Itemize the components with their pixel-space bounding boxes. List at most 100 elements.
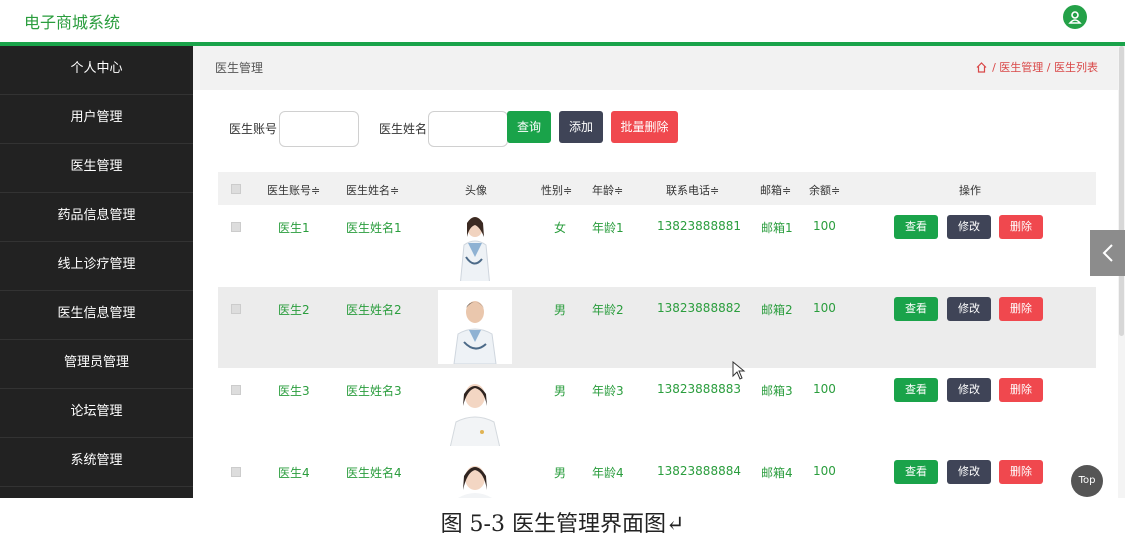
- edit-button[interactable]: 修改: [947, 378, 991, 402]
- name-input[interactable]: [428, 111, 508, 147]
- cell-gender: 男: [554, 466, 567, 480]
- account-label: 医生账号: [229, 122, 278, 136]
- cell-age: 年龄4: [592, 466, 624, 480]
- sidebar-item-doctor-info[interactable]: 医生信息管理: [0, 291, 193, 340]
- add-button[interactable]: 添加: [559, 111, 603, 143]
- select-all-checkbox[interactable]: [231, 184, 241, 194]
- screenshot: 电子商城系统 个人中心 用户管理 医生管理 药品信息管理 线上诊疗管理 医生信息…: [0, 0, 1125, 498]
- row-checkbox[interactable]: [231, 304, 241, 314]
- column-email[interactable]: 邮箱≑: [760, 182, 791, 198]
- edit-button[interactable]: 修改: [947, 297, 991, 321]
- cell-gender: 男: [554, 384, 567, 398]
- cell-phone: 13823888881: [657, 219, 741, 233]
- cell-gender: 女: [554, 221, 567, 235]
- top-bar: 电子商城系统: [0, 0, 1125, 42]
- delete-button[interactable]: 删除: [999, 297, 1043, 321]
- column-gender[interactable]: 性别≑: [541, 182, 572, 198]
- row-checkbox[interactable]: [231, 222, 241, 232]
- edit-button[interactable]: 修改: [947, 460, 991, 484]
- cell-gender: 男: [554, 303, 567, 317]
- delete-button[interactable]: 删除: [999, 215, 1043, 239]
- row-checkbox[interactable]: [231, 385, 241, 395]
- table-row: 医生4 医生姓名4 男 年龄4 13823888884 邮箱4 100 查看 修…: [218, 450, 1096, 498]
- table-header: 医生账号≑ 医生姓名≑ 头像 性别≑ 年龄≑ 联系电话≑ 邮箱≑ 余额≑ 操作: [218, 172, 1096, 205]
- breadcrumb-section[interactable]: 医生管理: [999, 61, 1043, 74]
- delete-button[interactable]: 删除: [999, 378, 1043, 402]
- user-avatar-icon[interactable]: [1063, 5, 1087, 29]
- sidebar-item-personal-center[interactable]: 个人中心: [0, 46, 193, 95]
- column-actions: 操作: [959, 184, 981, 197]
- table-row: 医生3 医生姓名3 男 年龄3 13823888883 邮箱3 100 查看 修…: [218, 368, 1096, 451]
- cell-balance: 100: [813, 219, 836, 233]
- table-row: 医生1 医生姓名1 女 年龄1 13823888881 邮箱1 100 查看 修…: [218, 205, 1096, 288]
- doctor-avatar-image: [438, 372, 512, 446]
- row-checkbox[interactable]: [231, 467, 241, 477]
- figure-caption: 图 5-3 医生管理界面图↵: [440, 512, 685, 537]
- column-phone[interactable]: 联系电话≑: [666, 182, 719, 198]
- cell-account: 医生1: [278, 221, 310, 235]
- cell-account: 医生3: [278, 384, 310, 398]
- sidebar-item-online-diagnosis[interactable]: 线上诊疗管理: [0, 242, 193, 291]
- cell-email: 邮箱1: [761, 221, 793, 235]
- batch-delete-button[interactable]: 批量删除: [611, 111, 678, 143]
- sidebar: 个人中心 用户管理 医生管理 药品信息管理 线上诊疗管理 医生信息管理 管理员管…: [0, 46, 193, 498]
- sidebar-item-drug-info[interactable]: 药品信息管理: [0, 193, 193, 242]
- home-icon[interactable]: [976, 62, 987, 76]
- cell-balance: 100: [813, 382, 836, 396]
- view-button[interactable]: 查看: [894, 297, 938, 321]
- sidebar-item-forum-management[interactable]: 论坛管理: [0, 389, 193, 438]
- cell-name: 医生姓名4: [346, 466, 402, 480]
- page-header: 医生管理 / 医生管理 / 医生列表: [193, 46, 1118, 90]
- cell-balance: 100: [813, 464, 836, 478]
- sidebar-item-user-management[interactable]: 用户管理: [0, 95, 193, 144]
- breadcrumb-separator: /: [992, 61, 996, 74]
- cell-phone: 13823888883: [657, 382, 741, 396]
- cell-account: 医生4: [278, 466, 310, 480]
- cell-email: 邮箱3: [761, 384, 793, 398]
- cell-age: 年龄3: [592, 384, 624, 398]
- table-row: 医生2 医生姓名2 男 年龄2 13823888882 邮箱2 100 查看 修…: [218, 287, 1096, 369]
- breadcrumb: / 医生管理 / 医生列表: [976, 59, 1098, 76]
- sidebar-item-admin-management[interactable]: 管理员管理: [0, 340, 193, 389]
- column-age[interactable]: 年龄≑: [592, 182, 623, 198]
- breadcrumb-separator: /: [1046, 61, 1051, 74]
- back-to-top-button[interactable]: Top: [1071, 465, 1103, 497]
- doctor-avatar-image: [438, 290, 512, 364]
- page-title: 医生管理: [215, 61, 264, 75]
- sidebar-item-doctor-management[interactable]: 医生管理: [0, 144, 193, 193]
- mouse-cursor-icon: [732, 360, 746, 385]
- cell-name: 医生姓名2: [346, 303, 402, 317]
- column-avatar: 头像: [465, 184, 487, 197]
- sidebar-item-system-management[interactable]: 系统管理: [0, 438, 193, 487]
- search-bar: 医生账号 医生姓名 查询 添加 批量删除: [193, 90, 1118, 165]
- cell-name: 医生姓名1: [346, 221, 402, 235]
- cell-age: 年龄2: [592, 303, 624, 317]
- chevron-left-icon: [1102, 244, 1113, 262]
- cell-name: 医生姓名3: [346, 384, 402, 398]
- breadcrumb-current: 医生列表: [1054, 61, 1098, 74]
- view-button[interactable]: 查看: [894, 378, 938, 402]
- name-label: 医生姓名: [379, 122, 428, 136]
- scrollbar-thumb[interactable]: [1119, 46, 1124, 336]
- doctor-avatar-image: [438, 207, 512, 281]
- cell-phone: 13823888884: [657, 464, 741, 478]
- delete-button[interactable]: 删除: [999, 460, 1043, 484]
- edit-button[interactable]: 修改: [947, 215, 991, 239]
- cell-age: 年龄1: [592, 221, 624, 235]
- account-input[interactable]: [279, 111, 359, 147]
- view-button[interactable]: 查看: [894, 215, 938, 239]
- column-name[interactable]: 医生姓名≑: [346, 182, 399, 198]
- doctor-avatar-image: [438, 454, 512, 498]
- side-panel-toggle[interactable]: [1090, 230, 1125, 276]
- doctor-table: 医生账号≑ 医生姓名≑ 头像 性别≑ 年龄≑ 联系电话≑ 邮箱≑ 余额≑ 操作 …: [218, 172, 1096, 498]
- cell-email: 邮箱4: [761, 466, 793, 480]
- query-button[interactable]: 查询: [507, 111, 551, 143]
- app-title: 电子商城系统: [24, 13, 121, 32]
- view-button[interactable]: 查看: [894, 460, 938, 484]
- cell-account: 医生2: [278, 303, 310, 317]
- column-balance[interactable]: 余额≑: [809, 182, 840, 198]
- cell-phone: 13823888882: [657, 301, 741, 315]
- cell-email: 邮箱2: [761, 303, 793, 317]
- column-account[interactable]: 医生账号≑: [267, 182, 320, 198]
- cell-balance: 100: [813, 301, 836, 315]
